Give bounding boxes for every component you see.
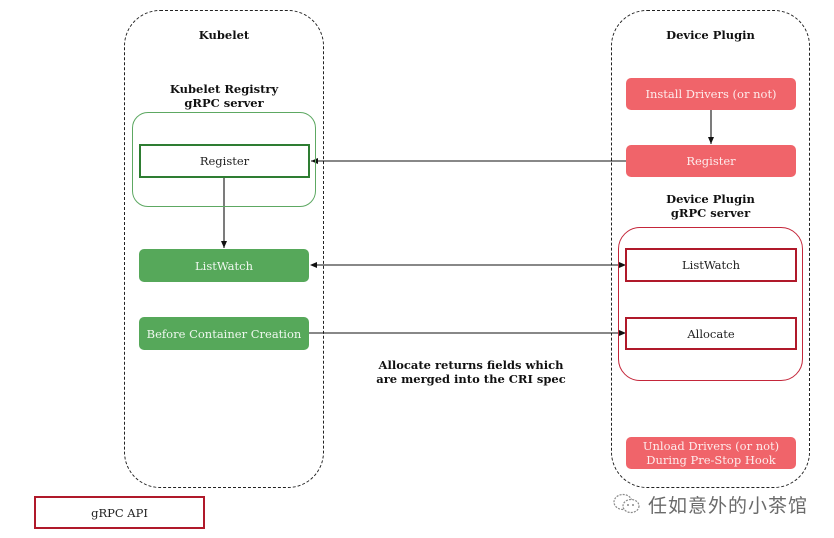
legend-grpc-api: gRPC API <box>34 496 205 529</box>
device-plugin-server-title-line1: Device Plugin <box>666 192 755 206</box>
allocate-box[interactable]: Allocate <box>625 317 797 350</box>
unload-drivers-line1: Unload Drivers (or not) <box>642 439 780 453</box>
install-drivers-box[interactable]: Install Drivers (or not) <box>626 78 796 110</box>
watermark-text: 任如意外的小茶馆 <box>648 494 809 517</box>
device-plugin-server-title-line2: gRPC server <box>670 206 751 220</box>
kubelet-registry-title: Kubelet Registry gRPC server <box>124 82 324 110</box>
kubelet-registry-title-line2: gRPC server <box>184 96 264 110</box>
allocate-annotation-line1: Allocate returns fields which <box>378 358 564 372</box>
before-container-creation-box[interactable]: Before Container Creation <box>139 317 309 350</box>
kubelet-listwatch-box[interactable]: ListWatch <box>139 249 309 282</box>
allocate-annotation: Allocate returns fields which are merged… <box>360 358 582 386</box>
kubelet-title: Kubelet <box>198 28 250 42</box>
unload-drivers-box[interactable]: Unload Drivers (or not) During Pre-Stop … <box>626 437 796 469</box>
device-plugin-server-title: Device Plugin gRPC server <box>611 192 810 220</box>
device-plugin-listwatch-box[interactable]: ListWatch <box>625 248 797 282</box>
wechat-icon <box>612 492 642 516</box>
kubelet-registry-title-line1: Kubelet Registry <box>169 82 279 96</box>
watermark: 任如意外的小茶馆 <box>612 489 834 519</box>
kubelet-register-box[interactable]: Register <box>139 144 310 178</box>
unload-drivers-line2: During Pre-Stop Hook <box>646 453 776 467</box>
device-plugin-register-box[interactable]: Register <box>626 145 796 177</box>
allocate-annotation-line2: are merged into the CRI spec <box>376 372 566 386</box>
device-plugin-title: Device Plugin <box>666 28 755 42</box>
